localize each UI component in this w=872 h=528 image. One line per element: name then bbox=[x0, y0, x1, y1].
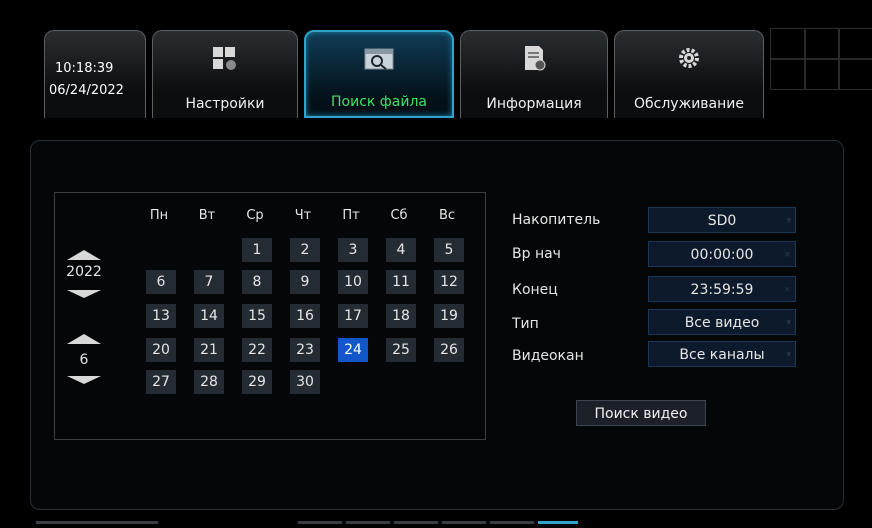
gear-icon bbox=[679, 48, 699, 68]
month-value: 6 bbox=[79, 352, 89, 368]
channel-label: Видеокан bbox=[512, 348, 584, 364]
search-video-button[interactable]: Поиск видео bbox=[576, 400, 706, 426]
calendar-day[interactable]: 29 bbox=[242, 370, 272, 394]
calendar-day[interactable]: 25 bbox=[386, 338, 416, 362]
weekday-header: Пт bbox=[342, 208, 360, 223]
month-down-arrow-icon[interactable] bbox=[67, 376, 101, 384]
calendar-day[interactable]: 26 bbox=[434, 338, 464, 362]
calendar-day[interactable]: 19 bbox=[434, 304, 464, 328]
type-label: Тип bbox=[512, 316, 539, 332]
clock-tab: 10:18:39 06/24/2022 bbox=[44, 30, 146, 118]
month-up-arrow-icon[interactable] bbox=[67, 334, 101, 344]
weekday-header: Пн bbox=[149, 208, 169, 223]
calendar-day[interactable]: 10 bbox=[338, 270, 368, 294]
start-time-field[interactable]: 00:00:00 × bbox=[648, 241, 796, 267]
dropdown-arrow-icon: ▾ bbox=[786, 350, 791, 360]
info-document-icon bbox=[525, 46, 546, 71]
calendar-day[interactable]: 7 bbox=[194, 270, 224, 294]
year-up-arrow-icon[interactable] bbox=[67, 250, 101, 260]
weekday-header: Вт bbox=[198, 208, 216, 223]
tab-settings[interactable]: Настройки bbox=[152, 30, 298, 118]
calendar-day[interactable]: 13 bbox=[146, 304, 176, 328]
calendar-day[interactable]: 8 bbox=[242, 270, 272, 294]
calendar-day[interactable]: 20 bbox=[146, 338, 176, 362]
settings-icon bbox=[213, 47, 236, 70]
dropdown-arrow-icon: ▾ bbox=[786, 318, 791, 328]
start-time-value: 00:00:00 bbox=[690, 247, 754, 263]
weekday-header: Ср bbox=[246, 208, 264, 223]
end-time-field[interactable]: 23:59:59 × bbox=[648, 276, 796, 302]
calendar-day[interactable]: 6 bbox=[146, 270, 176, 294]
start-time-label: Вр нач bbox=[512, 246, 561, 262]
calendar-day-selected[interactable]: 24 bbox=[338, 338, 368, 362]
weekday-header: Вс bbox=[438, 208, 456, 223]
weekday-header: Сб bbox=[390, 208, 408, 223]
year-down-arrow-icon[interactable] bbox=[67, 290, 101, 298]
channel-select[interactable]: Все каналы ▾ bbox=[648, 341, 796, 367]
clear-icon: × bbox=[783, 250, 791, 260]
calendar-day[interactable]: 2 bbox=[290, 238, 320, 262]
calendar-day[interactable]: 4 bbox=[386, 238, 416, 262]
end-time-value: 23:59:59 bbox=[690, 282, 754, 298]
tab-settings-label: Настройки bbox=[185, 96, 265, 112]
channel-value: Все каналы bbox=[679, 347, 765, 363]
clock-date: 06/24/2022 bbox=[49, 83, 124, 98]
calendar-day[interactable]: 27 bbox=[146, 370, 176, 394]
tab-maintenance-label: Обслуживание bbox=[634, 96, 744, 112]
calendar-day[interactable]: 1 bbox=[242, 238, 272, 262]
tab-information-label: Информация bbox=[486, 96, 582, 112]
tab-file-search-label: Поиск файла bbox=[331, 94, 427, 110]
calendar-day[interactable]: 23 bbox=[290, 338, 320, 362]
calendar-day[interactable]: 5 bbox=[434, 238, 464, 262]
calendar-day[interactable]: 9 bbox=[290, 270, 320, 294]
type-select[interactable]: Все видео ▾ bbox=[648, 309, 796, 335]
calendar-day[interactable]: 12 bbox=[434, 270, 464, 294]
corner-grid-decoration bbox=[770, 14, 872, 110]
calendar-day[interactable]: 11 bbox=[386, 270, 416, 294]
calendar-day[interactable]: 28 bbox=[194, 370, 224, 394]
dropdown-arrow-icon: ▾ bbox=[786, 216, 791, 226]
calendar-day[interactable]: 30 bbox=[290, 370, 320, 394]
storage-value: SD0 bbox=[707, 213, 737, 229]
calendar-day[interactable]: 15 bbox=[242, 304, 272, 328]
tab-maintenance[interactable]: Обслуживание bbox=[614, 30, 764, 118]
tab-information[interactable]: Информация bbox=[460, 30, 608, 118]
clear-icon: × bbox=[783, 285, 791, 295]
weekday-header: Чт bbox=[294, 208, 312, 223]
calendar-day[interactable]: 18 bbox=[386, 304, 416, 328]
calendar-day[interactable]: 22 bbox=[242, 338, 272, 362]
end-time-label: Конец bbox=[512, 282, 558, 298]
calendar-day[interactable]: 21 bbox=[194, 338, 224, 362]
clock-time: 10:18:39 bbox=[55, 61, 114, 76]
dvr-screen: 10:18:39 06/24/2022 Настройки Поиск файл… bbox=[0, 0, 872, 528]
calendar-day[interactable]: 17 bbox=[338, 304, 368, 328]
tab-file-search[interactable]: Поиск файла bbox=[304, 30, 454, 118]
file-search-icon bbox=[364, 48, 394, 70]
calendar-day[interactable]: 16 bbox=[290, 304, 320, 328]
storage-label: Накопитель bbox=[512, 212, 601, 228]
calendar-day[interactable]: 14 bbox=[194, 304, 224, 328]
calendar-day[interactable]: 3 bbox=[338, 238, 368, 262]
storage-select[interactable]: SD0 ▾ bbox=[648, 207, 796, 233]
year-value: 2022 bbox=[66, 264, 102, 280]
type-value: Все видео bbox=[684, 315, 760, 331]
